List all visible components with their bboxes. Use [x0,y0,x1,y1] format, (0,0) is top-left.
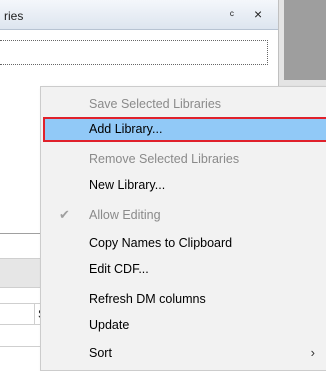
menu-item-update[interactable]: Update [43,313,326,338]
menu-item-save-selected-libraries[interactable]: Save Selected Libraries [43,92,326,117]
menu-item-label: Sort [89,346,112,360]
context-menu: Save Selected Libraries Add Library... Rem… [40,86,326,371]
menu-item-remove-selected-libraries[interactable]: Remove Selected Libraries [43,147,326,172]
column-divider[interactable] [34,303,35,325]
panel-header: ries ͨ × [0,0,278,30]
check-icon: ✔ [59,207,70,222]
close-icon[interactable]: × [254,6,262,22]
menu-item-add-library[interactable]: Add Library... [43,117,326,142]
menu-item-refresh-dm-columns[interactable]: Refresh DM columns [43,287,326,312]
chevron-right-icon: › [310,345,315,360]
scrollbar-thumb[interactable] [284,0,326,80]
menu-item-allow-editing[interactable]: ✔ Allow Editing [43,203,326,228]
menu-item-label: Allow Editing [89,208,161,222]
menu-item-label: Copy Names to Clipboard [89,236,233,250]
menu-item-edit-cdf[interactable]: Edit CDF... [43,257,326,282]
panel-input-field[interactable] [0,40,268,65]
menu-item-label: New Library... [89,178,166,192]
menu-item-label: Save Selected Libraries [89,97,222,111]
panel-title: ries [4,9,24,23]
menu-item-label: Update [89,318,130,332]
menu-item-label: Remove Selected Libraries [89,152,240,166]
menu-item-sort[interactable]: Sort › [43,341,326,366]
menu-item-label: Add Library... [89,122,163,136]
menu-item-label: Refresh DM columns [89,292,206,306]
menu-item-label: Edit CDF... [89,262,149,276]
menu-item-copy-names-to-clipboard[interactable]: Copy Names to Clipboard [43,231,326,256]
menu-item-new-library[interactable]: New Library... [43,173,326,198]
